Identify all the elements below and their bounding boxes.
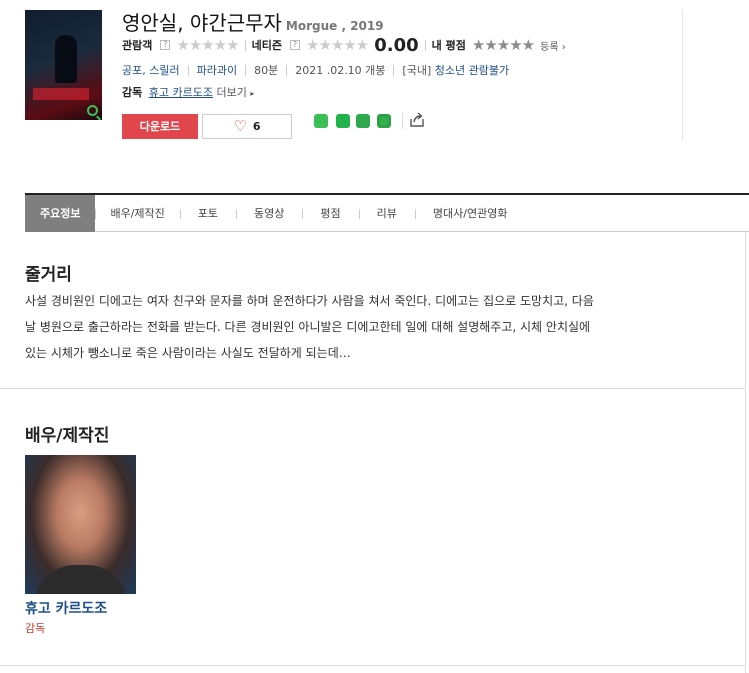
header-divider [682,10,683,140]
tab-quotes[interactable]: 명대사/연관영화 [414,195,526,232]
memo-share-icon[interactable] [377,114,391,128]
divider [402,113,403,129]
age-rating-link[interactable]: 청소년 관람불가 [435,64,509,77]
my-rating-stars-icon[interactable]: ★★★★★ [472,36,535,54]
like-button[interactable]: ♡ 6 [202,114,292,139]
synopsis-text: 사설 경비원인 디에고는 여자 친구와 문자를 하며 운전하다가 사람을 쳐서 … [25,288,695,366]
audience-stars-icon: ★★★★★ [176,36,239,54]
tab-photo[interactable]: 포토 [179,195,236,232]
photo-shirt [35,565,127,594]
tab-video[interactable]: 동영상 [236,195,302,232]
share-icon[interactable] [409,112,426,128]
divider [286,64,288,76]
movie-subtitle: Morgue , 2019 [285,19,384,33]
runtime: 80분 [254,64,279,77]
tab-rating[interactable]: 평점 [302,195,358,232]
country-link[interactable]: 파라과이 [197,62,237,78]
download-button[interactable]: 다운로드 [122,114,198,139]
genre-link[interactable]: 공포, 스릴러 [122,62,180,78]
netizen-score: 0.00 [374,34,419,56]
movie-title: 영안실, 야간근무자 [122,11,282,35]
poster-title-mark [33,88,89,100]
tab-main-info[interactable]: 주요정보 [25,194,96,232]
more-link[interactable]: 더보기 ▸ [216,86,254,99]
info-row: 공포, 스릴러 파라과이 80분 2021 .02.10 개봉 [국내] 청소년… [122,62,509,78]
movie-poster[interactable] [25,10,102,120]
register-rating-link[interactable]: 등록 › [540,38,566,53]
rating-row: 관람객 ? ★★★★★ 네티즌 ? ★★★★★ 0.00 내 평점 ★★★★★ … [122,34,566,56]
help-icon[interactable]: ? [290,40,300,50]
my-rating-label: 내 평점 [431,39,466,52]
director-label: 감독 [122,86,143,99]
divider [393,64,395,76]
tab-bar: 주요정보 배우/제작진 포토 동영상 평점 리뷰 명대사/연관영화 [25,193,749,232]
synopsis-line: 날 병원으로 출근하라는 전화를 받는다. 다른 경비원인 아니발은 디에고한테… [25,320,591,334]
divider [187,64,189,76]
help-icon[interactable]: ? [160,40,171,50]
tab-cast[interactable]: 배우/제작진 [95,195,179,232]
synopsis-line: 있는 시체가 뺑소니로 죽은 사람이라는 사실도 전달하게 되는데… [25,346,351,360]
divider [424,39,426,51]
rating-prefix: [국내] [402,64,432,77]
heart-icon: ♡ [233,117,247,135]
director-link[interactable]: 휴고 카르도조 [149,86,213,99]
synopsis-heading: 줄거리 [25,265,72,285]
zoom-icon[interactable] [87,105,98,116]
cast-heading: 배우/제작진 [25,426,110,446]
audience-label: 관람객 [122,39,153,52]
director-row: 감독 휴고 카르도조 더보기 ▸ [122,84,254,100]
divider [244,39,246,51]
netizen-label: 네티즌 [251,39,282,52]
release-date[interactable]: 2021 .02.10 개봉 [295,62,385,78]
keep-share-icon[interactable] [356,114,370,128]
section-divider [0,665,745,666]
like-count: 6 [252,120,261,133]
chevron-right-icon: › [561,41,566,53]
person-photo[interactable] [25,455,136,594]
person-name-link[interactable]: 휴고 카르도조 [25,598,107,618]
cafe-share-icon[interactable] [336,114,350,128]
divider [245,64,247,76]
content-border [745,232,746,673]
synopsis-line: 사설 경비원인 디에고는 여자 친구와 문자를 하며 운전하다가 사람을 쳐서 … [25,294,594,308]
netizen-stars-icon: ★★★★★ [306,36,369,54]
triangle-right-icon: ▸ [250,89,255,98]
movie-title-row: 영안실, 야간근무자 Morgue , 2019 [122,7,384,36]
poster-figure [55,35,77,83]
section-divider [0,388,745,389]
blog-share-icon[interactable] [314,114,328,128]
tab-review[interactable]: 리뷰 [358,195,415,232]
person-role: 감독 [25,622,46,635]
